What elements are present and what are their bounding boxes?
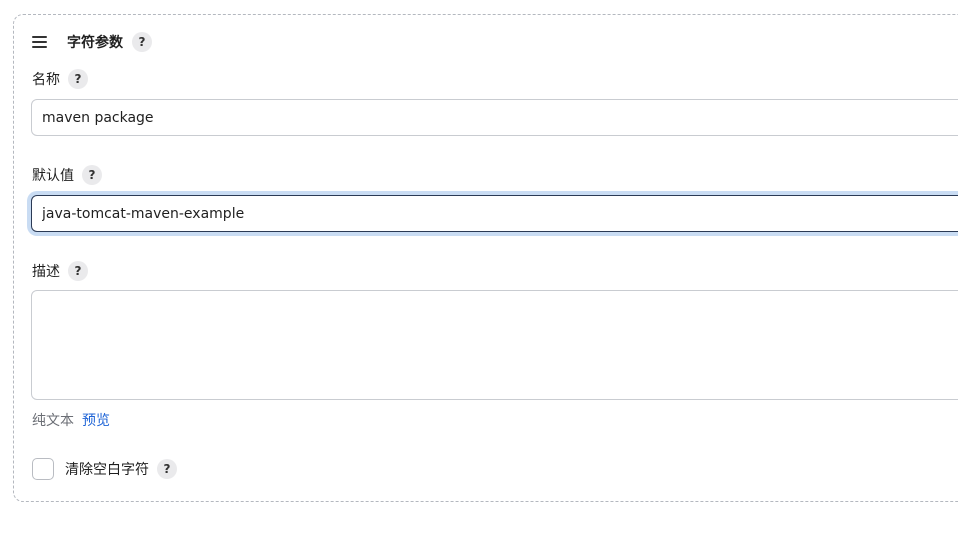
default-value-input[interactable] bbox=[31, 195, 958, 232]
markup-format-row: 纯文本 预览 bbox=[32, 410, 110, 430]
default-value-label: 默认值 bbox=[32, 168, 74, 184]
page: 字符参数 ? 名称 ? 默认值 ? 描述 ? 纯文本 预览 清除空白字符 ? bbox=[0, 0, 958, 556]
drag-handle-icon[interactable] bbox=[32, 36, 47, 48]
name-label: 名称 bbox=[32, 72, 60, 88]
trim-checkbox-label[interactable]: 清除空白字符 bbox=[65, 459, 149, 479]
description-label-row: 描述 ? bbox=[32, 261, 88, 281]
name-input[interactable] bbox=[31, 99, 958, 136]
name-label-row: 名称 ? bbox=[32, 69, 88, 89]
parameter-type-title: 字符参数 bbox=[67, 35, 123, 51]
help-icon[interactable]: ? bbox=[132, 32, 152, 52]
help-icon[interactable]: ? bbox=[157, 459, 177, 479]
description-textarea[interactable] bbox=[31, 290, 958, 400]
default-value-label-row: 默认值 ? bbox=[32, 165, 102, 185]
markup-format-label: 纯文本 bbox=[32, 413, 74, 429]
parameter-header: 字符参数 ? bbox=[32, 31, 152, 53]
help-icon[interactable]: ? bbox=[82, 165, 102, 185]
trim-checkbox[interactable] bbox=[32, 458, 54, 480]
help-icon[interactable]: ? bbox=[68, 69, 88, 89]
string-parameter-card bbox=[13, 14, 958, 502]
trim-option-row: 清除空白字符 ? bbox=[32, 458, 177, 480]
preview-link[interactable]: 预览 bbox=[82, 410, 110, 430]
help-icon[interactable]: ? bbox=[68, 261, 88, 281]
description-label: 描述 bbox=[32, 264, 60, 280]
